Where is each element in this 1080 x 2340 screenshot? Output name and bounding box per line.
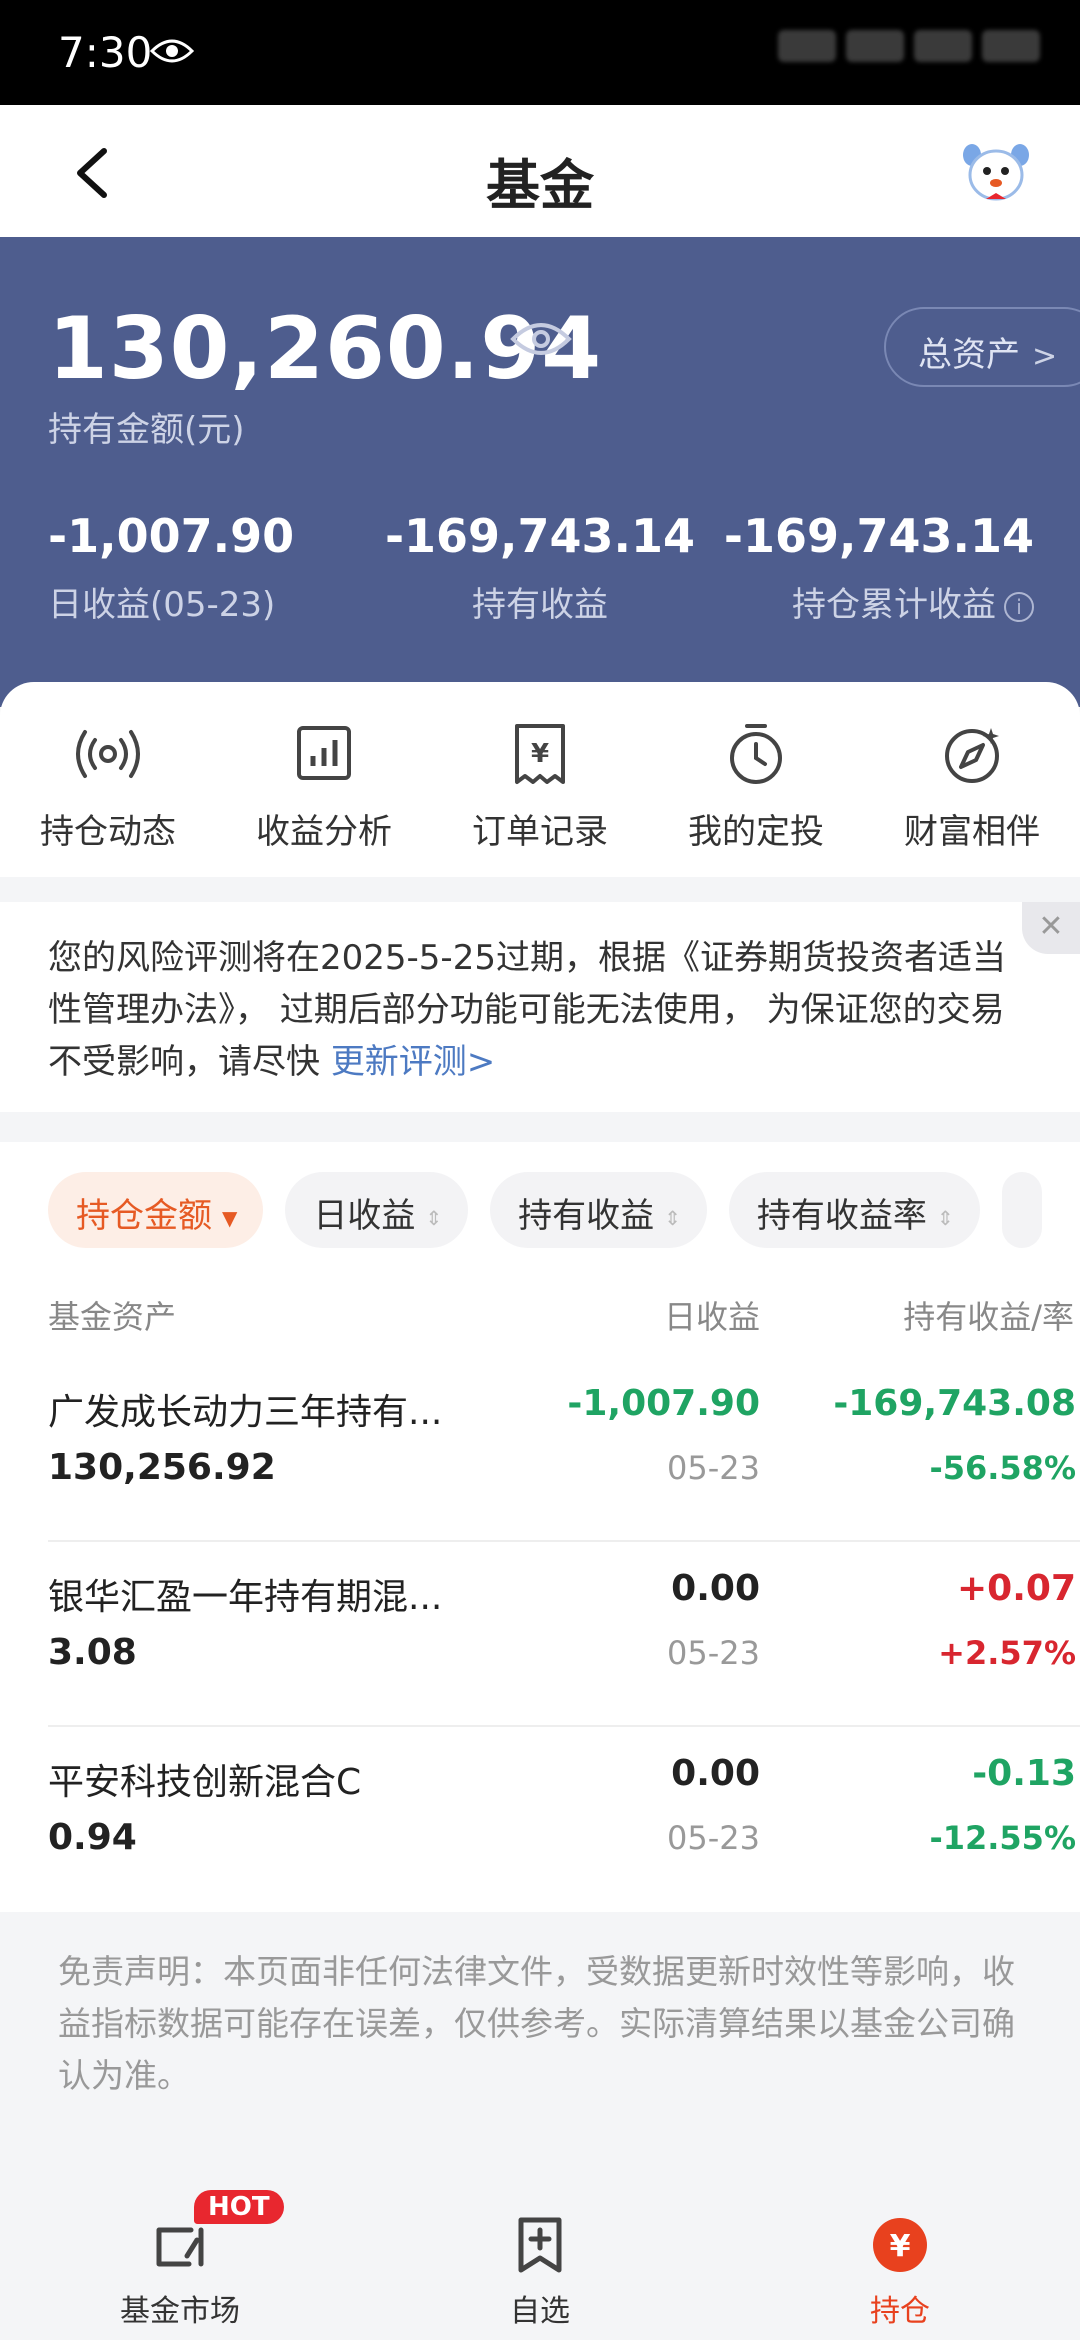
quick-menu-label: 我的定投 <box>688 812 824 852</box>
quick-menu-label: 持仓动态 <box>40 812 176 852</box>
quick-menu-holding-dynamics[interactable]: 持仓动态 <box>0 682 216 877</box>
cumulative-income-label: 持仓累计收益 <box>792 585 996 625</box>
stopwatch-icon <box>730 724 782 784</box>
fund-holding-income: -169,743.08 <box>833 1383 1076 1424</box>
fund-date: 05-23 <box>667 1634 760 1672</box>
fund-amount: 130,256.92 <box>48 1447 276 1488</box>
fund-name: 银华汇盈一年持有期混... <box>48 1577 443 1618</box>
receipt-icon: ¥ <box>515 724 565 784</box>
daily-income-value: -1,007.90 <box>48 509 295 563</box>
table-row[interactable]: 广发成长动力三年持有... 130,256.92 -1,007.90 05-23… <box>0 1357 1080 1542</box>
market-icon <box>156 2227 204 2267</box>
sort-chips: 持仓金额 ▼ 日收益 ⇕ 持有收益 ⇕ 持有收益率 ⇕ <box>48 1172 1042 1248</box>
column-header-daily: 日收益 <box>663 1298 760 1336</box>
mascot-avatar-icon[interactable] <box>960 141 1032 205</box>
table-header: 基金资产 日收益 持有收益/率 <box>0 1292 1080 1342</box>
fund-daily-income: 0.00 <box>671 1753 760 1794</box>
chip-label: 日收益 <box>313 1196 416 1236</box>
total-assets-button[interactable]: 总资产 > <box>884 307 1080 387</box>
holding-amount-label: 持有金额(元) <box>48 410 245 450</box>
fund-holding-rate: +2.57% <box>938 1634 1076 1672</box>
sort-icon: ⇕ <box>425 1205 443 1230</box>
fund-daily-income: -1,007.90 <box>567 1383 760 1424</box>
tab-fund-market[interactable]: 基金市场 HOT <box>0 2180 360 2340</box>
sort-chip-holding-amount[interactable]: 持仓金额 ▼ <box>48 1172 264 1248</box>
holding-income-label: 持有收益 <box>472 585 608 625</box>
chevron-right-icon: > <box>1032 339 1058 374</box>
bookmark-add-icon <box>518 2217 562 2273</box>
bottom-tab-bar: 基金市场 HOT 自选 ¥ 持仓 <box>0 2180 1080 2340</box>
daily-income-label: 日收益(05-23) <box>48 585 276 625</box>
broadcast-icon <box>76 730 140 778</box>
fund-name: 平安科技创新混合C <box>48 1762 362 1803</box>
quick-menu-label: 订单记录 <box>472 812 608 852</box>
table-row[interactable]: 平安科技创新混合C 0.94 0.00 05-23 -0.13 -12.55% <box>0 1727 1080 1912</box>
sort-chip-holding-income[interactable]: 持有收益 ⇕ <box>490 1172 707 1248</box>
fund-amount: 0.94 <box>48 1817 137 1858</box>
fund-holding-income: +0.07 <box>957 1568 1076 1609</box>
status-bar: 7:30 <box>0 0 1080 105</box>
fund-holding-rate: -12.55% <box>929 1819 1076 1857</box>
quick-menu-income-analysis[interactable]: 收益分析 <box>216 682 432 877</box>
tab-label: 基金市场 <box>120 2294 240 2329</box>
holding-income-stat: -169,743.14 持有收益 <box>380 509 700 626</box>
sort-chip-daily-income[interactable]: 日收益 ⇕ <box>285 1172 469 1248</box>
fund-date: 05-23 <box>667 1819 760 1857</box>
risk-assessment-notice: 您的风险评测将在2025-5-25过期，根据《证券期货投资者适当性管理办法》， … <box>0 902 1080 1112</box>
sort-desc-icon: ▼ <box>222 1205 238 1230</box>
tab-label: 自选 <box>510 2294 570 2329</box>
holdings-list: 持仓金额 ▼ 日收益 ⇕ 持有收益 ⇕ 持有收益率 ⇕ 基金资产 日收益 持有收益/率 … <box>0 1142 1080 1912</box>
toggle-visibility-eye-icon[interactable] <box>510 319 572 359</box>
fund-date: 05-23 <box>667 1449 760 1487</box>
quick-menu-wealth-companion[interactable]: 财富相伴 <box>864 682 1080 877</box>
svg-text:¥: ¥ <box>890 2229 911 2264</box>
quick-menu: 持仓动态 收益分析 ¥ 订单记录 我的定投 财富相伴 <box>0 682 1080 877</box>
sort-icon: ⇕ <box>664 1205 681 1230</box>
cumulative-income-stat: -169,743.14 持仓累计收益 i <box>724 509 1034 626</box>
chip-label: 持有收益 <box>518 1196 655 1236</box>
fund-name: 广发成长动力三年持有... <box>48 1392 443 1433</box>
system-status-icons <box>700 30 1040 74</box>
tab-watchlist[interactable]: 自选 <box>360 2180 720 2340</box>
fund-amount: 3.08 <box>48 1632 137 1673</box>
quick-menu-my-plans[interactable]: 我的定投 <box>648 682 864 877</box>
holding-income-value: -169,743.14 <box>384 509 696 563</box>
eye-icon <box>150 39 194 63</box>
sort-icon: ⇕ <box>936 1205 954 1230</box>
close-icon[interactable]: ✕ <box>1022 902 1080 954</box>
info-icon[interactable]: i <box>1004 591 1034 622</box>
sort-chip-holding-rate[interactable]: 持有收益率 ⇕ <box>728 1172 980 1248</box>
fund-holding-rate: -56.58% <box>929 1449 1076 1487</box>
tab-label: 持仓 <box>870 2294 930 2329</box>
fund-holding-income: -0.13 <box>972 1753 1076 1794</box>
page-title: 基金 <box>486 154 594 217</box>
quick-menu-order-records[interactable]: ¥ 订单记录 <box>432 682 648 877</box>
column-header-holding: 持有收益/率 <box>903 1298 1074 1336</box>
compass-icon <box>945 728 999 783</box>
notice-text: 您的风险评测将在2025-5-25过期，根据《证券期货投资者适当性管理办法》， … <box>48 938 1006 1082</box>
quick-menu-label: 收益分析 <box>256 812 392 852</box>
table-row[interactable]: 银华汇盈一年持有期混... 3.08 0.00 05-23 +0.07 +2.5… <box>0 1542 1080 1727</box>
disclaimer-text: 免责声明：本页面非任何法律文件，受数据更新时效性等影响，收益指标数据可能存在误差… <box>58 1952 1015 2095</box>
fund-daily-income: 0.00 <box>671 1568 760 1609</box>
sort-chip-more[interactable] <box>1001 1172 1042 1248</box>
svg-text:¥: ¥ <box>531 739 549 769</box>
top-nav: 基金 <box>0 105 1080 237</box>
status-time: 7:30 <box>58 28 153 77</box>
update-assessment-link[interactable]: 更新评测> <box>331 1042 496 1082</box>
holdings-summary: 130,260.94 持有金额(元) 总资产 > -1,007.90 日收益(05… <box>0 237 1080 707</box>
hot-badge: HOT <box>194 2190 284 2224</box>
tab-holdings[interactable]: ¥ 持仓 <box>720 2180 1080 2340</box>
quick-menu-label: 财富相伴 <box>904 812 1040 852</box>
cumulative-income-value: -169,743.14 <box>723 509 1034 563</box>
daily-income-stat: -1,007.90 日收益(05-23) <box>48 509 294 626</box>
chip-label: 持有收益率 <box>756 1196 927 1236</box>
bar-chart-icon <box>297 726 351 780</box>
total-assets-label: 总资产 <box>918 335 1020 375</box>
yuan-coin-icon: ¥ <box>873 2218 927 2272</box>
chip-label: 持仓金额 <box>76 1196 212 1236</box>
column-header-fund: 基金资产 <box>48 1298 177 1336</box>
